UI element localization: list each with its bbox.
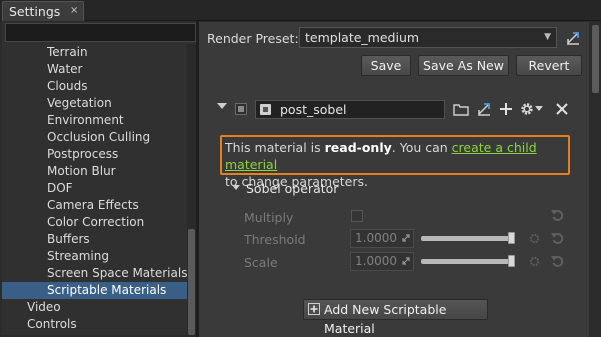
sidebar-item-occlusion-culling[interactable]: Occlusion Culling (47, 129, 150, 146)
content-scrollbar[interactable] (590, 22, 601, 337)
scale-slider[interactable] (421, 259, 513, 264)
save-as-new-button[interactable]: Save As New (418, 55, 509, 76)
close-icon[interactable]: × (70, 5, 78, 16)
threshold-value: 1.0000 (355, 231, 397, 245)
plus-icon[interactable] (496, 99, 516, 119)
delete-icon[interactable] (552, 99, 572, 119)
render-preset-select[interactable]: template_medium ▼ (299, 27, 557, 48)
render-preset-label: Render Preset: (207, 31, 299, 46)
read-only-notice: This material is read-only. You can crea… (220, 135, 570, 189)
scale-value: 1.0000 (355, 254, 397, 268)
sidebar-item-scriptable-materials[interactable]: Scriptable Materials (2, 282, 187, 299)
sidebar-item-buffers[interactable]: Buffers (47, 231, 90, 248)
multiply-checkbox[interactable] (351, 210, 363, 222)
search-input[interactable] (5, 23, 196, 42)
content-scrollbar-thumb[interactable] (592, 25, 599, 93)
export-icon[interactable] (563, 28, 583, 48)
sidebar-item-vegetation[interactable]: Vegetation (47, 95, 112, 112)
folder-icon[interactable] (451, 99, 471, 119)
scale-slider-handle[interactable] (508, 255, 515, 267)
gear-icon[interactable] (527, 231, 541, 245)
sidebar-item-terrain[interactable]: Terrain (47, 44, 88, 61)
add-button-label: Add New Scriptable Material (324, 302, 447, 336)
material-name: post_sobel (280, 102, 347, 117)
sidebar-item-dof[interactable]: DOF (47, 180, 73, 197)
threshold-slider[interactable] (421, 236, 513, 241)
notice-middle: . You can (391, 140, 452, 155)
add-new-scriptable-material-button[interactable]: Add New Scriptable Material (303, 299, 488, 336)
chevron-down-icon[interactable] (533, 99, 545, 119)
dropdown-arrow-icon: ▼ (544, 32, 551, 42)
export-icon[interactable] (474, 99, 494, 119)
material-name-field[interactable]: post_sobel (255, 100, 445, 119)
sidebar-item-screen-space-materials[interactable]: Screen Space Materials (47, 265, 187, 282)
sidebar-scrollbar-thumb[interactable] (188, 229, 195, 335)
scale-value-field[interactable]: 1.0000 (350, 252, 414, 271)
expand-icon[interactable] (217, 103, 227, 109)
sidebar-item-water[interactable]: Water (47, 61, 82, 78)
sidebar-item-postprocess[interactable]: Postprocess (47, 146, 118, 163)
settings-content: Render Preset: template_medium ▼ Save Sa… (199, 22, 589, 337)
tab-title: Settings (9, 4, 61, 19)
param-label-multiply: Multiply (244, 210, 294, 225)
tab-settings[interactable]: Settings × (2, 1, 84, 21)
threshold-value-field[interactable]: 1.0000 (350, 229, 414, 248)
settings-tree: Terrain Water Clouds Vegetation Environm… (2, 44, 187, 335)
notice-read-only: read-only (324, 140, 392, 155)
param-label-threshold: Threshold (244, 232, 306, 247)
gear-icon[interactable] (527, 254, 541, 268)
revert-button[interactable]: Revert (516, 55, 582, 76)
reset-icon[interactable] (550, 208, 564, 222)
notice-prefix: This material is (225, 140, 325, 155)
group-expand-icon[interactable] (232, 185, 240, 190)
notice-line-1: This material is read-only. You can crea… (225, 139, 568, 173)
sidebar-item-environment[interactable]: Environment (47, 112, 124, 129)
param-label-scale: Scale (244, 255, 278, 270)
tab-bar: Settings × (0, 0, 601, 21)
group-title: Sobel operator (246, 181, 339, 196)
sidebar-item-clouds[interactable]: Clouds (47, 78, 88, 95)
reset-icon[interactable] (550, 231, 564, 245)
reset-icon[interactable] (550, 254, 564, 268)
sidebar-item-streaming[interactable]: Streaming (47, 248, 109, 265)
expand-field-icon[interactable] (402, 257, 410, 265)
settings-sidebar: Terrain Water Clouds Vegetation Environm… (2, 22, 196, 335)
sidebar-item-motion-blur[interactable]: Motion Blur (47, 163, 116, 180)
material-row: post_sobel (199, 97, 589, 121)
plus-icon (308, 303, 320, 315)
sidebar-item-video[interactable]: Video (27, 299, 61, 316)
sidebar-item-color-correction[interactable]: Color Correction (47, 214, 144, 231)
sidebar-scrollbar[interactable] (187, 44, 196, 335)
render-preset-value: template_medium (305, 30, 420, 45)
expand-field-icon[interactable] (402, 234, 410, 242)
material-icon (260, 104, 271, 115)
material-enabled-checkbox[interactable] (235, 103, 247, 115)
sidebar-item-camera-effects[interactable]: Camera Effects (47, 197, 139, 214)
save-button[interactable]: Save (361, 55, 411, 76)
sidebar-item-controls[interactable]: Controls (27, 316, 77, 333)
threshold-slider-handle[interactable] (508, 232, 515, 244)
